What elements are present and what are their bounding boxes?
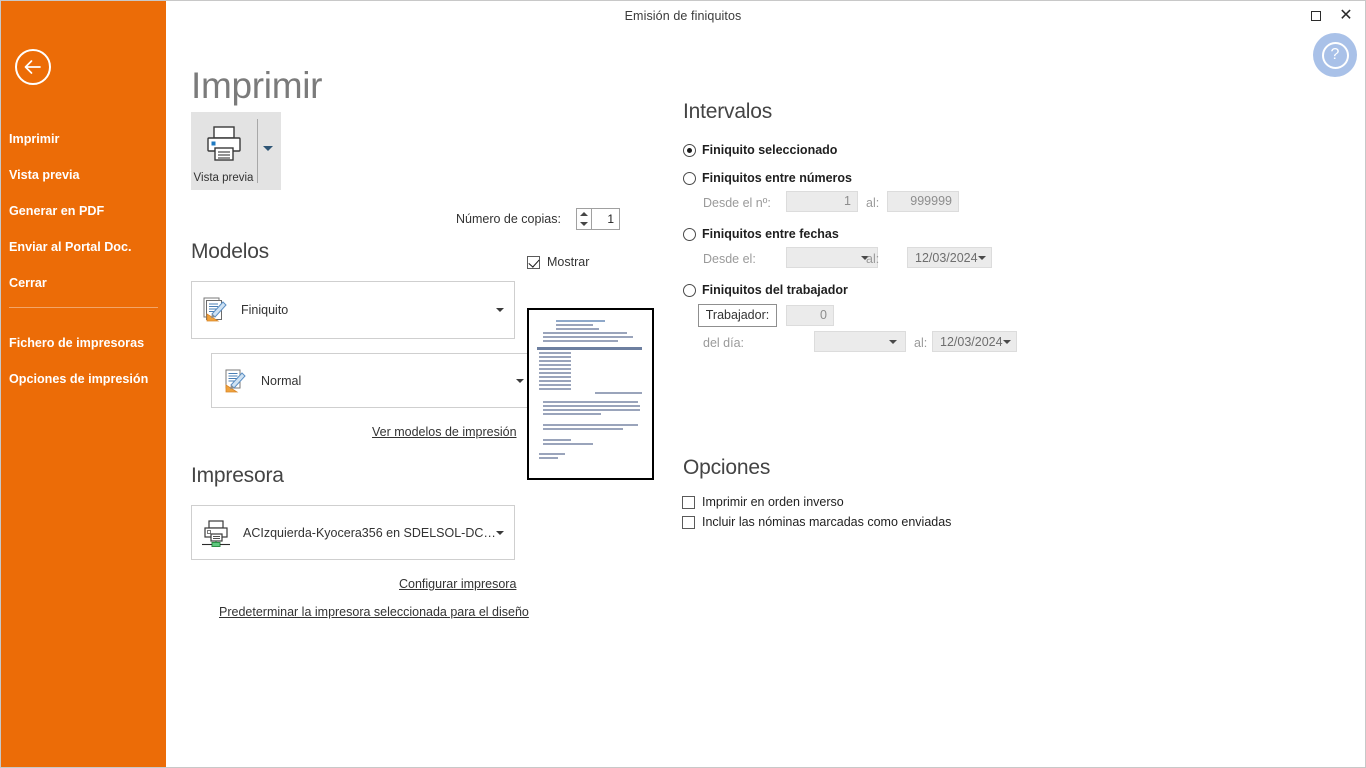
variant-select[interactable]: Normal xyxy=(211,353,535,408)
preview-split-button[interactable]: Vista previa xyxy=(191,112,281,190)
opciones-heading: Opciones xyxy=(683,456,771,479)
hasta-fecha-value: 12/03/2024 xyxy=(915,250,978,265)
desde-fecha-datepicker[interactable] xyxy=(786,247,878,268)
variant-select-value: Normal xyxy=(261,373,302,388)
preview-dropdown-chevron-down-icon[interactable] xyxy=(263,146,273,151)
desde-numero-label: Desde el nº: xyxy=(703,196,771,210)
preview-button-divider xyxy=(257,119,258,183)
mostrar-checkbox-row[interactable]: Mostrar xyxy=(527,255,589,269)
checkbox-orden-inverso[interactable] xyxy=(682,495,695,509)
network-printer-icon xyxy=(201,518,231,548)
mostrar-checkbox[interactable] xyxy=(527,255,540,269)
copies-stepper[interactable]: 1 xyxy=(576,208,620,230)
radio-finiquitos-entre-fechas-label: Finiquitos entre fechas xyxy=(702,227,839,241)
sidebar-secondary-menu: Fichero de impresoras Opciones de impres… xyxy=(1,325,166,397)
document-edit-icon-2 xyxy=(221,367,249,395)
preview-page-content xyxy=(537,320,644,470)
sidebar-item-imprimir[interactable]: Imprimir xyxy=(1,121,166,157)
stepper-up-icon[interactable] xyxy=(580,212,588,216)
desde-numero-input[interactable]: 1 xyxy=(786,191,858,212)
model-select[interactable]: Finiquito xyxy=(191,281,515,339)
sidebar-item-fichero-impresoras[interactable]: Fichero de impresoras xyxy=(1,325,166,361)
sidebar-item-enviar-portal-doc[interactable]: Enviar al Portal Doc. xyxy=(1,229,166,265)
window-title: Emisión de finiquitos xyxy=(624,9,742,23)
stepper-down-icon[interactable] xyxy=(580,222,588,226)
mostrar-label: Mostrar xyxy=(547,255,590,269)
desde-fecha-label: Desde el: xyxy=(703,252,756,266)
radio-finiquitos-entre-numeros-label: Finiquitos entre números xyxy=(702,171,853,185)
back-arrow-icon xyxy=(24,60,41,74)
radio-finiquitos-del-trabajador[interactable]: Finiquitos del trabajador xyxy=(683,283,848,297)
trabajador-hasta-fecha-chevron-down-icon[interactable] xyxy=(1002,339,1011,344)
del-dia-label: del día: xyxy=(703,336,745,350)
checkbox-incluir-nominas-row[interactable]: Incluir las nóminas marcadas como enviad… xyxy=(682,515,951,529)
sidebar-item-cerrar[interactable]: Cerrar xyxy=(1,265,166,301)
sidebar-divider xyxy=(9,307,158,308)
sidebar: Imprimir Vista previa Generar en PDF Env… xyxy=(1,1,166,767)
trabajador-hasta-fecha-datepicker[interactable]: 12/03/2024 xyxy=(932,331,1017,352)
del-dia-chevron-down-icon[interactable] xyxy=(889,339,897,344)
checkbox-incluir-nominas-label: Incluir las nóminas marcadas como enviad… xyxy=(702,515,952,529)
copies-label: Número de copias: xyxy=(456,212,561,226)
checkbox-orden-inverso-row[interactable]: Imprimir en orden inverso xyxy=(682,495,844,509)
configurar-impresora-link[interactable]: Configurar impresora xyxy=(399,577,516,591)
preview-button-main[interactable]: Vista previa xyxy=(191,112,256,190)
restore-button[interactable] xyxy=(1301,1,1331,31)
sidebar-item-generar-pdf[interactable]: Generar en PDF xyxy=(1,193,166,229)
radio-finiquitos-entre-numeros-control[interactable] xyxy=(683,171,696,185)
main-content: Imprimir Vista previa Número de copias: xyxy=(166,33,1365,767)
radio-finiquito-seleccionado-control[interactable] xyxy=(683,143,696,157)
copies-stepper-arrows[interactable] xyxy=(577,209,592,229)
print-dialog-window: Emisión de finiquitos ✕ ? Imprimir Vista… xyxy=(0,0,1366,768)
modelos-heading: Modelos xyxy=(191,240,269,263)
model-select-value: Finiquito xyxy=(241,303,289,317)
predeterminar-impresora-link[interactable]: Predeterminar la impresora seleccionada … xyxy=(219,605,529,619)
checkbox-orden-inverso-label: Imprimir en orden inverso xyxy=(702,495,844,509)
ver-modelos-link[interactable]: Ver modelos de impresión xyxy=(372,425,517,439)
fechas-al-label: al: xyxy=(866,252,880,266)
radio-finiquitos-entre-fechas-control[interactable] xyxy=(683,227,696,241)
close-icon: ✕ xyxy=(1339,7,1353,24)
variant-select-chevron-down-icon[interactable] xyxy=(516,378,524,383)
intervalos-heading: Intervalos xyxy=(683,100,773,123)
numeros-al-label: al: xyxy=(866,196,880,210)
page-title: Imprimir xyxy=(191,65,323,106)
radio-finiquitos-entre-fechas[interactable]: Finiquitos entre fechas xyxy=(683,227,839,241)
radio-finiquitos-entre-numeros[interactable]: Finiquitos entre números xyxy=(683,171,852,185)
radio-finiquito-seleccionado-label: Finiquito seleccionado xyxy=(702,143,838,157)
printer-select[interactable]: ACIzquierda-Kyocera356 en SDELSOL-DC (1 … xyxy=(191,505,515,560)
document-preview-thumbnail[interactable] xyxy=(528,309,653,479)
hasta-fecha-datepicker[interactable]: 12/03/2024 xyxy=(907,247,992,268)
document-edit-icon xyxy=(201,296,229,324)
printer-icon xyxy=(207,126,241,161)
printer-select-chevron-down-icon[interactable] xyxy=(496,530,504,535)
close-button[interactable]: ✕ xyxy=(1331,1,1361,31)
back-button[interactable] xyxy=(15,49,51,85)
radio-finiquito-seleccionado[interactable]: Finiquito seleccionado xyxy=(683,143,837,157)
radio-finiquitos-del-trabajador-control[interactable] xyxy=(683,283,696,297)
trabajador-hasta-fecha-value: 12/03/2024 xyxy=(940,334,1003,349)
trabajador-code-input[interactable]: 0 xyxy=(786,305,834,326)
trabajador-al-label: al: xyxy=(914,336,928,350)
hasta-fecha-chevron-down-icon[interactable] xyxy=(977,255,986,260)
copies-input[interactable]: 1 xyxy=(592,209,619,229)
preview-button-label: Vista previa xyxy=(193,172,254,184)
hasta-numero-input[interactable]: 999999 xyxy=(887,191,959,212)
trabajador-button[interactable]: Trabajador: xyxy=(698,304,777,327)
model-select-chevron-down-icon[interactable] xyxy=(496,308,504,312)
radio-finiquitos-del-trabajador-label: Finiquitos del trabajador xyxy=(702,283,848,297)
sidebar-item-vista-previa[interactable]: Vista previa xyxy=(1,157,166,193)
impresora-heading: Impresora xyxy=(191,464,284,487)
checkbox-incluir-nominas[interactable] xyxy=(682,515,695,529)
sidebar-primary-menu: Imprimir Vista previa Generar en PDF Env… xyxy=(1,121,166,301)
printer-select-value: ACIzquierda-Kyocera356 en SDELSOL-DC (1 … xyxy=(243,525,496,540)
sidebar-item-opciones-impresion[interactable]: Opciones de impresión xyxy=(1,361,166,397)
restore-icon xyxy=(1311,11,1321,21)
window-controls: ✕ xyxy=(1301,1,1361,31)
title-bar: Emisión de finiquitos ✕ xyxy=(1,1,1365,33)
del-dia-datepicker[interactable] xyxy=(814,331,906,352)
